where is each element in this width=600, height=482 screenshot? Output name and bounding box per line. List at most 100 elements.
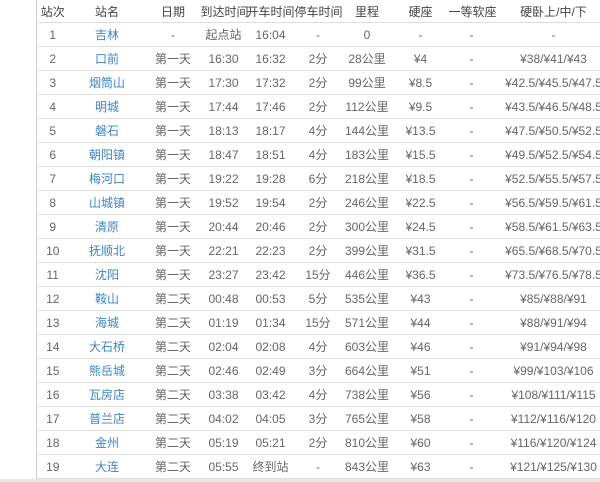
cell-distance: 99公里	[342, 71, 393, 95]
cell-station-name: 熊岳城	[69, 359, 146, 383]
cell-sleeper-price: ¥88/¥91/¥94	[495, 311, 600, 335]
cell-soft-seat-price: -	[449, 47, 495, 71]
cell-stop-duration: 2分	[295, 191, 342, 215]
table-row: 4明城第一天17:4417:462分112公里¥9.5-¥43.5/¥46.5/…	[37, 95, 600, 119]
cell-distance: 535公里	[342, 287, 393, 311]
cell-station-name: 朝阳镇	[69, 143, 146, 167]
cell-arrival-time: 01:19	[201, 311, 247, 335]
cell-station-number: 1	[37, 23, 69, 47]
cell-departure-time: 02:49	[247, 359, 295, 383]
cell-station-number: 3	[37, 71, 69, 95]
cell-station-name: 鞍山	[69, 287, 146, 311]
cell-station-name: 普兰店	[69, 407, 146, 431]
cell-soft-seat-price: -	[449, 167, 495, 191]
table-row: 6朝阳镇第一天18:4718:514分183公里¥15.5-¥49.5/¥52.…	[37, 143, 600, 167]
cell-hard-seat-price: ¥4	[393, 47, 449, 71]
cell-hard-seat-price: ¥8.5	[393, 71, 449, 95]
cell-date: 第一天	[146, 191, 201, 215]
cell-soft-seat-price: -	[449, 431, 495, 455]
cell-station-name: 梅河口	[69, 167, 146, 191]
cell-station-number: 7	[37, 167, 69, 191]
station-name-link[interactable]: 大石桥	[89, 340, 125, 354]
cell-stop-duration: 2分	[295, 431, 342, 455]
cell-soft-seat-price: -	[449, 191, 495, 215]
station-name-link[interactable]: 大连	[95, 460, 119, 474]
cell-date: 第二天	[146, 335, 201, 359]
cell-station-name: 口前	[69, 47, 146, 71]
cell-station-number: 11	[37, 263, 69, 287]
cell-arrival-time: 19:22	[201, 167, 247, 191]
cell-arrival-time: 05:19	[201, 431, 247, 455]
cell-distance: 664公里	[342, 359, 393, 383]
cell-departure-time: 20:46	[247, 215, 295, 239]
cell-soft-seat-price: -	[449, 383, 495, 407]
column-header-sleeper-price: 硬卧上/中/下	[495, 0, 600, 23]
cell-station-number: 17	[37, 407, 69, 431]
table-row: 8山城镇第一天19:5219:542分246公里¥22.5-¥56.5/¥59.…	[37, 191, 600, 215]
cell-departure-time: 17:32	[247, 71, 295, 95]
cell-hard-seat-price: ¥15.5	[393, 143, 449, 167]
cell-soft-seat-price: -	[449, 359, 495, 383]
station-name-link[interactable]: 普兰店	[89, 412, 125, 426]
station-name-link[interactable]: 瓦房店	[89, 388, 125, 402]
cell-station-name: 吉林	[69, 23, 146, 47]
table-row: 16瓦房店第二天03:3803:424分738公里¥56-¥108/¥111/¥…	[37, 383, 600, 407]
cell-arrival-time: 18:13	[201, 119, 247, 143]
station-name-link[interactable]: 磐石	[95, 124, 119, 138]
station-name-link[interactable]: 熊岳城	[89, 364, 125, 378]
cell-soft-seat-price: -	[449, 119, 495, 143]
cell-departure-time: 05:21	[247, 431, 295, 455]
cell-departure-time: 03:42	[247, 383, 295, 407]
cell-distance: 0	[342, 23, 393, 47]
cell-departure-time: 18:51	[247, 143, 295, 167]
station-name-link[interactable]: 口前	[95, 52, 119, 66]
station-name-link[interactable]: 明城	[95, 100, 119, 114]
column-header-arrival-time: 到达时间	[201, 0, 247, 23]
cell-stop-duration: 2分	[295, 215, 342, 239]
cell-date: 第一天	[146, 239, 201, 263]
cell-station-number: 18	[37, 431, 69, 455]
station-name-link[interactable]: 烟筒山	[89, 76, 125, 90]
cell-soft-seat-price: -	[449, 215, 495, 239]
table-row: 7梅河口第一天19:2219:286分218公里¥18.5-¥52.5/¥55.…	[37, 167, 600, 191]
station-name-link[interactable]: 清原	[95, 220, 119, 234]
station-name-link[interactable]: 梅河口	[89, 172, 125, 186]
cell-departure-time: 01:34	[247, 311, 295, 335]
cell-arrival-time: 05:55	[201, 455, 247, 479]
table-row: 5磐石第一天18:1318:174分144公里¥13.5-¥47.5/¥50.5…	[37, 119, 600, 143]
cell-departure-time: 19:54	[247, 191, 295, 215]
station-name-link[interactable]: 沈阳	[95, 268, 119, 282]
station-name-link[interactable]: 朝阳镇	[89, 148, 125, 162]
cell-date: 第二天	[146, 383, 201, 407]
cell-hard-seat-price: ¥56	[393, 383, 449, 407]
cell-station-number: 14	[37, 335, 69, 359]
cell-distance: 112公里	[342, 95, 393, 119]
cell-soft-seat-price: -	[449, 287, 495, 311]
cell-soft-seat-price: -	[449, 95, 495, 119]
station-name-link[interactable]: 吉林	[95, 28, 119, 42]
table-row: 18金州第二天05:1905:212分810公里¥60-¥116/¥120/¥1…	[37, 431, 600, 455]
column-header-date: 日期	[146, 0, 201, 23]
station-name-link[interactable]: 鞍山	[95, 292, 119, 306]
cell-station-name: 烟筒山	[69, 71, 146, 95]
cell-hard-seat-price: ¥31.5	[393, 239, 449, 263]
cell-distance: 246公里	[342, 191, 393, 215]
cell-date: 第一天	[146, 263, 201, 287]
column-header-station-name: 站名	[69, 0, 146, 23]
cell-sleeper-price: ¥58.5/¥61.5/¥63.5	[495, 215, 600, 239]
cell-station-number: 9	[37, 215, 69, 239]
cell-hard-seat-price: ¥51	[393, 359, 449, 383]
table-row: 2口前第一天16:3016:322分28公里¥4-¥38/¥41/¥43	[37, 47, 600, 71]
cell-hard-seat-price: ¥22.5	[393, 191, 449, 215]
station-name-link[interactable]: 抚顺北	[89, 244, 125, 258]
cell-sleeper-price: ¥47.5/¥50.5/¥52.5	[495, 119, 600, 143]
cell-hard-seat-price: ¥46	[393, 335, 449, 359]
cell-station-name: 明城	[69, 95, 146, 119]
cell-hard-seat-price: -	[393, 23, 449, 47]
cell-hard-seat-price: ¥58	[393, 407, 449, 431]
station-name-link[interactable]: 金州	[95, 436, 119, 450]
station-name-link[interactable]: 海城	[95, 316, 119, 330]
cell-station-name: 金州	[69, 431, 146, 455]
station-name-link[interactable]: 山城镇	[89, 196, 125, 210]
cell-sleeper-price: ¥65.5/¥68.5/¥70.5	[495, 239, 600, 263]
